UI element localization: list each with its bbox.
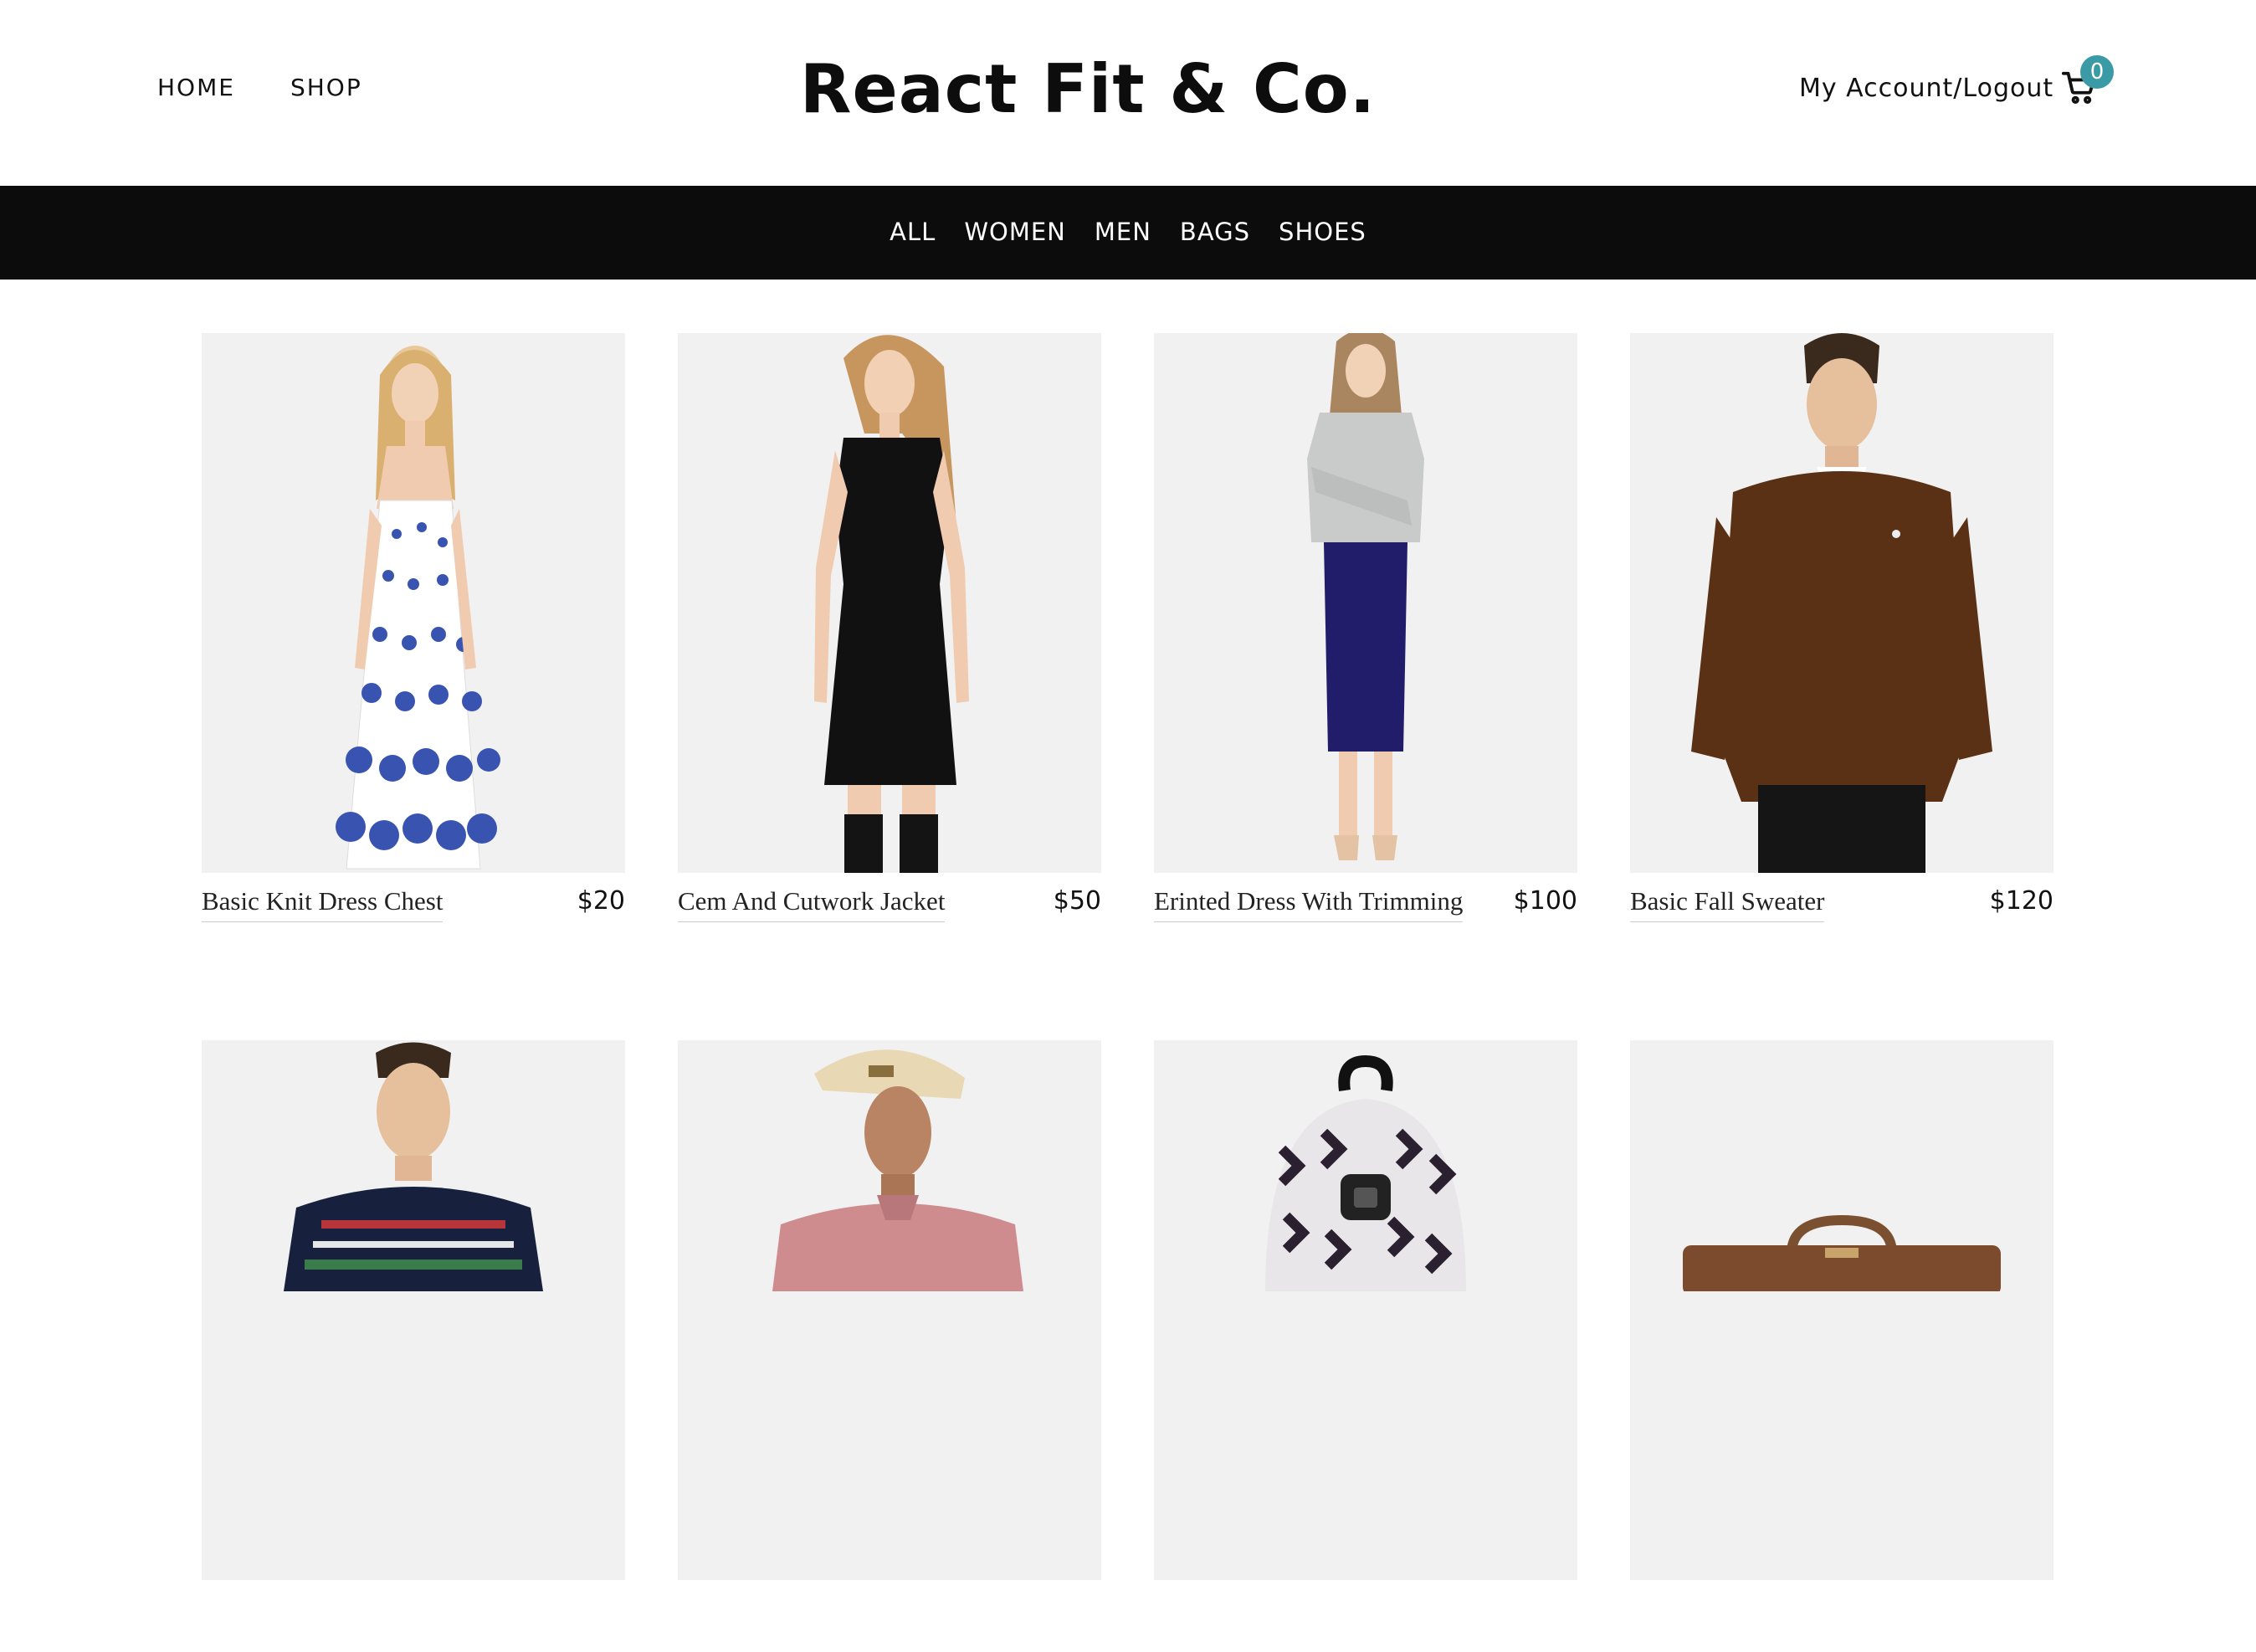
product-card[interactable]: Basic Knit Dress Chest $20 [202, 333, 625, 945]
site-header: HOME SHOP React Fit & Co. My Account/Log… [0, 0, 2256, 186]
category-men[interactable]: MEN [1095, 218, 1151, 246]
category-shoes[interactable]: SHOES [1279, 218, 1366, 246]
woman-floral-dress-image [336, 346, 500, 870]
product-image[interactable] [1154, 1040, 1577, 1580]
product-image[interactable] [678, 1040, 1101, 1580]
product-price: $100 [1513, 886, 1577, 916]
product-image[interactable] [1630, 333, 2053, 873]
product-card[interactable]: Erinted Dress With Trimming $100 [1154, 333, 1577, 945]
product-price: $50 [1053, 886, 1101, 916]
product-image[interactable] [1154, 333, 1577, 873]
man-brown-sweater-image [1691, 333, 1992, 873]
product-image[interactable] [678, 333, 1101, 873]
man-cap-pink-polo-image [772, 1049, 1023, 1291]
patterned-backpack-image [1265, 1054, 1466, 1291]
brown-leather-bag-image [1683, 1214, 2001, 1291]
product-name[interactable]: Erinted Dress With Trimming [1154, 886, 1464, 922]
woman-grey-sweater-image [1307, 333, 1424, 860]
product-name[interactable]: Basic Fall Sweater [1630, 886, 1825, 922]
product-name[interactable]: Basic Knit Dress Chest [202, 886, 444, 922]
man-fair-isle-sweater-image [284, 1042, 543, 1291]
product-grid: Basic Knit Dress Chest $20 Cem And Cutwo… [202, 333, 2054, 1652]
product-image[interactable] [1630, 1040, 2053, 1580]
product-card[interactable]: Basic Fall Sweater $120 [1630, 333, 2053, 945]
category-all[interactable]: ALL [890, 218, 936, 246]
product-card[interactable] [1630, 1040, 2053, 1652]
product-image[interactable] [202, 1040, 625, 1580]
cart-count-badge: 0 [2080, 55, 2114, 89]
category-women[interactable]: WOMEN [964, 218, 1066, 246]
product-price: $120 [1989, 886, 2053, 916]
product-card[interactable] [202, 1040, 625, 1652]
account-logout-link[interactable]: My Account/Logout [1799, 74, 2053, 103]
cart-button[interactable]: 0 [2060, 55, 2114, 114]
product-image[interactable] [202, 333, 625, 873]
woman-black-dress-image [814, 335, 969, 873]
product-card[interactable] [1154, 1040, 1577, 1652]
category-bags[interactable]: BAGS [1180, 218, 1250, 246]
product-card[interactable]: Cem And Cutwork Jacket $50 [678, 333, 1101, 945]
product-card[interactable] [678, 1040, 1101, 1652]
product-price: $20 [577, 886, 625, 916]
category-bar: ALL WOMEN MEN BAGS SHOES [0, 186, 2256, 280]
product-name[interactable]: Cem And Cutwork Jacket [678, 886, 946, 922]
